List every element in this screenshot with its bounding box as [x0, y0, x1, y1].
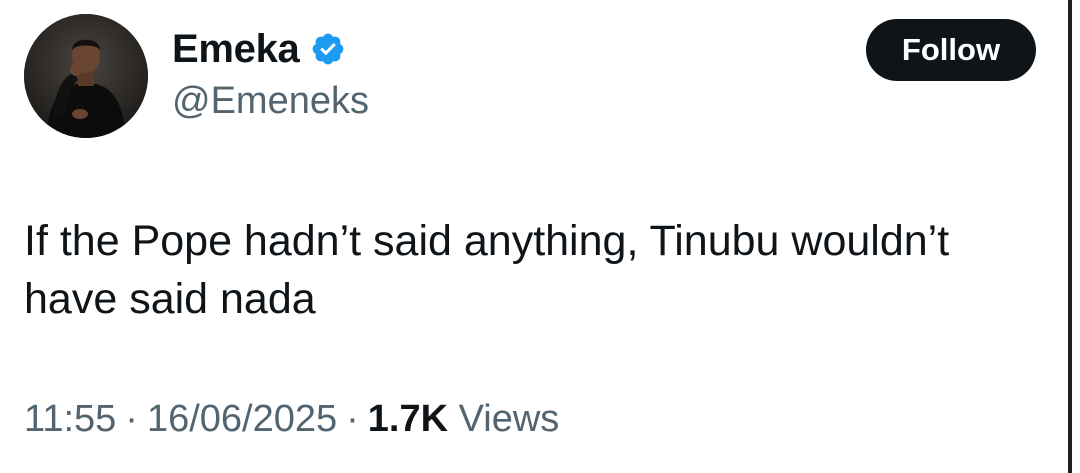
scrollbar[interactable] — [1068, 0, 1072, 473]
author-handle[interactable]: @Emeneks — [172, 80, 369, 123]
author-display-name[interactable]: Emeka — [172, 27, 300, 72]
views-label: Views — [458, 398, 560, 440]
tweet-meta: 11:55 · 16/06/2025 · 1.7K Views — [24, 398, 559, 441]
tweet-text: If the Pope hadn’t said anything, Tinubu… — [24, 217, 950, 323]
tweet-date[interactable]: 16/06/2025 — [147, 398, 337, 441]
avatar[interactable] — [24, 14, 148, 138]
meta-separator: · — [125, 398, 138, 440]
views-count[interactable]: 1.7K — [368, 398, 448, 441]
meta-separator: · — [346, 398, 359, 440]
author-name-row: Emeka — [172, 24, 346, 74]
follow-button[interactable]: Follow — [866, 19, 1036, 81]
tweet-card: Emeka @Emeneks Follow If the Pope hadn’t… — [0, 0, 1080, 473]
tweet-time[interactable]: 11:55 — [24, 398, 116, 441]
avatar-photo — [24, 14, 148, 138]
verified-badge-icon — [310, 31, 346, 67]
